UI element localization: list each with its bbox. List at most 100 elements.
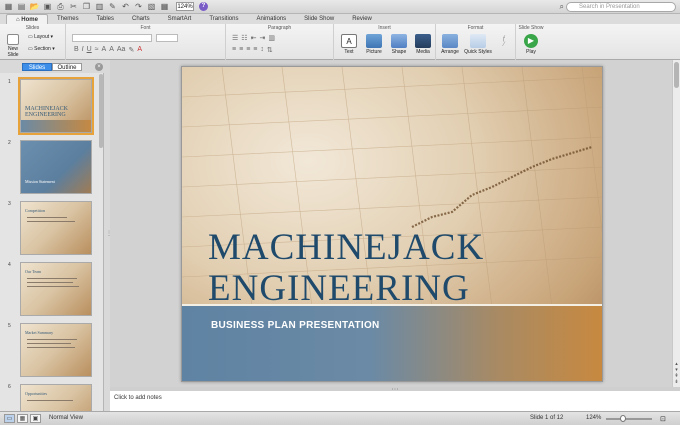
slide-thumbnail-2[interactable]: Mission Statement <box>20 140 92 194</box>
numbering-icon[interactable]: ☷ <box>241 34 247 42</box>
fit-to-window-icon[interactable]: ⊡ <box>660 415 666 423</box>
thumbnail-background <box>21 385 91 411</box>
underline-icon[interactable]: U <box>87 46 92 54</box>
help-button[interactable]: ? <box>199 2 208 11</box>
slide-thumbnail-6[interactable]: Opportunities <box>20 384 92 411</box>
paste-icon[interactable]: ▥ <box>94 2 105 12</box>
effects-icon[interactable]: ƒ ⁄ <box>496 36 512 48</box>
slide-sorter-view-button[interactable]: ▦ <box>17 414 28 423</box>
text-line <box>27 286 79 287</box>
tab-themes[interactable]: Themes <box>48 14 88 24</box>
tab-tables[interactable]: Tables <box>88 14 123 24</box>
open-icon[interactable]: 📂 <box>29 2 40 12</box>
thumbnail-title: Our Team <box>25 269 41 274</box>
text-button[interactable]: A Text <box>338 34 360 55</box>
font-name-field[interactable] <box>72 34 152 42</box>
text-direction-icon[interactable]: ⇅ <box>267 46 273 54</box>
media-icon <box>415 34 431 48</box>
slide-thumbnail-4[interactable]: Our Team <box>20 262 92 316</box>
arrange-button[interactable]: Arrange <box>438 34 462 55</box>
gallery-icon[interactable]: ▧ <box>146 2 157 12</box>
paragraph-row-2: ≡ ≡ ≡ ≡ ↕ ⇅ <box>232 46 273 54</box>
line-spacing-icon[interactable]: ↕ <box>260 46 264 54</box>
decrease-indent-icon[interactable]: ⇤ <box>251 34 257 42</box>
align-center-icon[interactable]: ≡ <box>239 46 243 54</box>
tab-slides[interactable]: Slides <box>22 63 52 71</box>
slide-title[interactable]: MACHINEJACK ENGINEERING <box>208 227 598 309</box>
zoom-field[interactable]: 124% <box>176 2 194 11</box>
align-left-icon[interactable]: ≡ <box>232 46 236 54</box>
strikethrough-icon[interactable]: ≈ <box>95 46 99 54</box>
close-pane-icon[interactable]: × <box>95 63 103 71</box>
new-presentation-icon[interactable]: ▦ <box>3 2 14 12</box>
tab-review[interactable]: Review <box>343 14 381 24</box>
undo-icon[interactable]: ↶ <box>120 2 131 12</box>
play-button[interactable]: ▶ Play <box>520 34 542 55</box>
notes-area[interactable]: Click to add notes <box>110 391 680 411</box>
tab-animations[interactable]: Animations <box>247 14 295 24</box>
group-label: Font <box>140 25 151 31</box>
media-button[interactable]: Media <box>412 34 434 55</box>
tab-charts[interactable]: Charts <box>123 14 159 24</box>
group-slide-show: Slide Show ▶ Play <box>516 24 546 60</box>
tab-smartart[interactable]: SmartArt <box>159 14 201 24</box>
save-icon[interactable]: ▣ <box>42 2 53 12</box>
slide-thumbnail-5[interactable]: Market Summary <box>20 323 92 377</box>
zoom-percent: 124% <box>586 415 602 421</box>
thumbnail-number: 3 <box>8 201 11 207</box>
thumbnail-number: 4 <box>8 262 11 268</box>
slide-sorter-icon[interactable]: ▦ <box>159 2 170 12</box>
normal-view-button[interactable]: ▭ <box>4 414 15 423</box>
grow-font-icon[interactable]: A <box>102 46 107 54</box>
italic-icon[interactable]: I <box>82 46 84 54</box>
slide-thumbnail-1[interactable]: MACHINEJACK ENGINEERING <box>18 77 94 135</box>
thumbnail-scrollbar[interactable] <box>99 74 103 148</box>
cut-icon[interactable]: ✂ <box>68 2 79 12</box>
align-right-icon[interactable]: ≡ <box>246 46 250 54</box>
text-box-icon: A <box>341 34 357 48</box>
current-slide[interactable]: MACHINEJACK ENGINEERING BUSINESS PLAN PR… <box>181 66 603 382</box>
search-input[interactable]: Search in Presentation <box>566 2 676 12</box>
tab-outline[interactable]: Outline <box>52 63 82 71</box>
bold-icon[interactable]: B <box>74 46 79 54</box>
shrink-font-icon[interactable]: A <box>109 46 114 54</box>
justify-icon[interactable]: ≡ <box>253 46 257 54</box>
templates-icon[interactable]: ▤ <box>16 2 27 12</box>
section-button[interactable]: ▭ Section ▾ <box>28 46 55 52</box>
bullets-icon[interactable]: ☰ <box>232 34 238 42</box>
highlight-icon[interactable]: ✎ <box>128 46 134 54</box>
zoom-slider-knob[interactable] <box>620 415 626 422</box>
slide-subtitle[interactable]: BUSINESS PLAN PRESENTATION <box>211 320 380 331</box>
font-color-icon[interactable]: A <box>137 46 142 54</box>
paragraph-row-1: ☰ ☷ ⇤ ⇥ ▥ <box>232 34 275 42</box>
thumbnail-title: MACHINEJACK ENGINEERING <box>25 106 69 118</box>
quick-styles-button[interactable]: Quick Styles <box>464 34 492 55</box>
columns-icon[interactable]: ▥ <box>268 34 275 42</box>
picture-button[interactable]: Picture <box>362 34 386 55</box>
copy-icon[interactable]: ❐ <box>81 2 92 12</box>
tab-transitions[interactable]: Transitions <box>200 14 247 24</box>
layout-button[interactable]: ▭ Layout ▾ <box>28 34 53 40</box>
change-case-icon[interactable]: Aa <box>117 46 126 54</box>
increase-indent-icon[interactable]: ⇥ <box>259 34 265 42</box>
group-label: Format <box>467 25 484 31</box>
font-size-field[interactable] <box>156 34 178 42</box>
group-font: Font B I U ≈ A A Aa ✎ A <box>66 24 226 60</box>
slide-thumbnail-3[interactable]: Competition <box>20 201 92 255</box>
scrollbar-thumb[interactable] <box>674 62 679 88</box>
print-icon[interactable]: ⎙ <box>55 2 66 12</box>
button-label: Text <box>344 49 354 55</box>
new-slide-button[interactable]: New Slide <box>2 34 24 58</box>
tab-slide-show[interactable]: Slide Show <box>295 14 343 24</box>
tab-home[interactable]: ⌂ Home <box>6 14 48 24</box>
vertical-scrollbar[interactable]: ▴ ▾ ⇞ ⇟ <box>672 60 680 387</box>
scroll-arrows[interactable]: ▴ ▾ ⇞ ⇟ <box>673 361 680 385</box>
thumbnail-number: 6 <box>8 384 11 390</box>
shape-button[interactable]: Shape <box>388 34 410 55</box>
zoom-slider[interactable] <box>606 418 652 420</box>
redo-icon[interactable]: ↷ <box>133 2 144 12</box>
format-painter-icon[interactable]: ✎ <box>107 2 118 12</box>
slide-show-view-button[interactable]: ▣ <box>30 414 41 423</box>
slide-thumbnail-pane[interactable]: 1 MACHINEJACK ENGINEERING 2 Mission Stat… <box>0 73 104 411</box>
search-icon[interactable]: ⌕ <box>560 2 564 12</box>
